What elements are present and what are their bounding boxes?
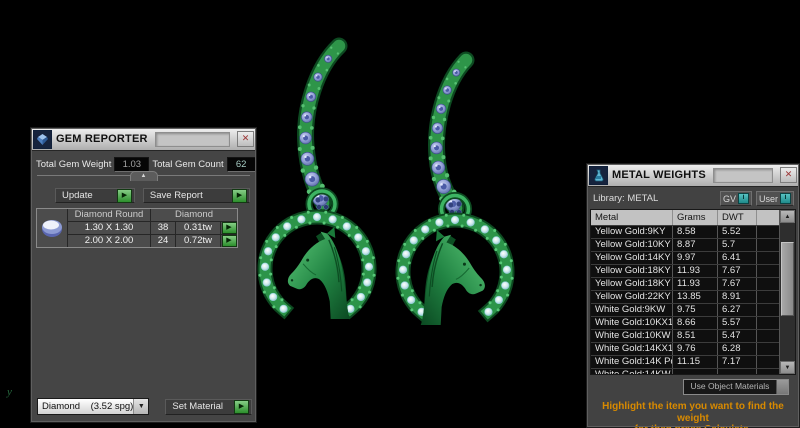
scroll-down-icon[interactable]: ▼ <box>780 361 795 374</box>
gem-row-select-cell: ▶ <box>221 235 237 247</box>
titlebar-strip <box>712 167 773 183</box>
close-icon[interactable]: ✕ <box>780 167 797 183</box>
metal-table-row[interactable]: Yellow Gold:10KY 8.87 5.7 <box>591 238 779 251</box>
metal-table-row[interactable]: Yellow Gold:14KY 9.97 6.41 <box>591 251 779 264</box>
gem-reporter-titlebar[interactable]: GEM REPORTER ✕ <box>31 128 256 151</box>
gem-material-header: Diamond <box>151 209 237 221</box>
metal-table: Metal Grams DWT Yellow Gold:9KY 8.58 5.52 Y… <box>590 209 796 375</box>
earring-left <box>257 37 377 320</box>
set-material-go-icon[interactable]: ▶ <box>234 399 249 414</box>
scrollbar-track[interactable] <box>780 223 795 361</box>
horse-head-left <box>287 227 350 319</box>
use-object-materials-dropdown[interactable]: Use Object Materials <box>683 379 789 395</box>
material-dropdown-value: Diamond (3.52 spg) <box>38 399 134 414</box>
gem-row-count: 24 <box>151 235 175 247</box>
gem-row-select-cell: ▶ <box>221 222 237 234</box>
gem-thumbnail <box>37 209 67 247</box>
update-go-icon[interactable]: ▶ <box>116 188 132 203</box>
gem-reporter-panel: GEM REPORTER ✕ Total Gem Weight 1.03 Tot… <box>30 127 257 423</box>
metal-weights-panel: METAL WEIGHTS ✕ Library: METAL GV i User… <box>586 163 800 428</box>
gem-row-size: 1.30 X 1.30 <box>68 222 150 234</box>
metal-table-scrollbar[interactable]: ▲ ▼ <box>779 210 795 374</box>
gem-reporter-icon <box>33 129 52 149</box>
metal-weights-icon <box>589 165 608 185</box>
close-icon[interactable]: ✕ <box>237 131 254 147</box>
total-gem-weight-value: 1.03 <box>114 157 150 172</box>
gem-row-count: 38 <box>151 222 175 234</box>
collapse-up-icon[interactable]: ▲ <box>129 171 158 181</box>
library-label: Library: METAL <box>593 193 659 204</box>
metal-table-row[interactable]: White Gold:14K PdW11.157.17 <box>591 355 779 368</box>
titlebar-strip <box>154 131 230 147</box>
gem-row-weight: 0.31tw <box>176 222 220 234</box>
use-object-materials-toggle[interactable] <box>776 380 788 394</box>
gv-button[interactable]: GV i <box>719 191 752 206</box>
chevron-down-icon[interactable]: ▼ <box>133 399 149 414</box>
metal-table-row[interactable]: Yellow Gold:22KY 13.85 8.91 <box>591 290 779 303</box>
metal-table-header: Metal Grams DWT <box>591 210 779 225</box>
viewport-axis-label: y <box>7 386 12 398</box>
gem-row-weight: 0.72tw <box>176 235 220 247</box>
metal-table-row[interactable]: Yellow Gold:18KY Royal11.937.67 <box>591 277 779 290</box>
material-dropdown[interactable]: Diamond (3.52 spg) ▼ <box>37 398 150 415</box>
gem-row-select-icon[interactable]: ▶ <box>221 235 237 247</box>
metal-table-row[interactable]: Yellow Gold:9KY 8.58 5.52 <box>591 225 779 238</box>
panel-divider: ▲ <box>37 171 250 187</box>
user-button[interactable]: User i <box>755 191 794 206</box>
metal-table-row[interactable]: White Gold:10KX1 8.66 5.57 <box>591 316 779 329</box>
metal-table-row[interactable]: White Gold:14KW <box>591 368 779 374</box>
user-info-icon[interactable]: i <box>780 193 791 204</box>
instruction-text: Highlight the item you want to find the … <box>602 401 784 428</box>
gem-row-size: 2.00 X 2.00 <box>68 235 150 247</box>
gem-table: Diamond Round Diamond 1.30 X 1.30 38 0.31t… <box>36 208 238 248</box>
metal-table-row[interactable]: White Gold:14KX1 9.76 6.28 <box>591 342 779 355</box>
scrollbar-thumb[interactable] <box>781 242 794 317</box>
total-gem-count-label: Total Gem Count <box>152 159 224 170</box>
application-window: y GEM REPORTER ✕ Total Gem Weight 1.03 T… <box>0 0 800 428</box>
save-report-go-icon[interactable]: ▶ <box>232 188 247 203</box>
metal-weights-title: METAL WEIGHTS <box>612 169 706 181</box>
total-gem-weight-label: Total Gem Weight <box>36 159 112 170</box>
update-button[interactable]: Update ▶ <box>55 188 135 203</box>
metal-weights-titlebar[interactable]: METAL WEIGHTS ✕ <box>587 164 799 187</box>
metal-table-row[interactable]: White Gold:9KW 9.75 6.27 <box>591 303 779 316</box>
metal-table-row[interactable]: White Gold:10KW 8.51 5.47 <box>591 329 779 342</box>
metal-table-row[interactable]: Yellow Gold:18KY 11.93 7.67 <box>591 264 779 277</box>
set-material-button[interactable]: Set Material ▶ <box>165 398 252 415</box>
save-report-button[interactable]: Save Report ▶ <box>142 188 250 203</box>
earring-right <box>395 51 515 325</box>
gv-info-icon[interactable]: i <box>737 193 749 204</box>
scroll-up-icon[interactable]: ▲ <box>780 210 795 223</box>
gem-row-select-icon[interactable]: ▶ <box>221 222 237 234</box>
horse-head-right <box>420 230 485 325</box>
gem-shape-header: Diamond Round <box>68 209 150 221</box>
total-gem-count-value: 62 <box>226 157 256 172</box>
gem-reporter-title: GEM REPORTER <box>56 133 148 145</box>
